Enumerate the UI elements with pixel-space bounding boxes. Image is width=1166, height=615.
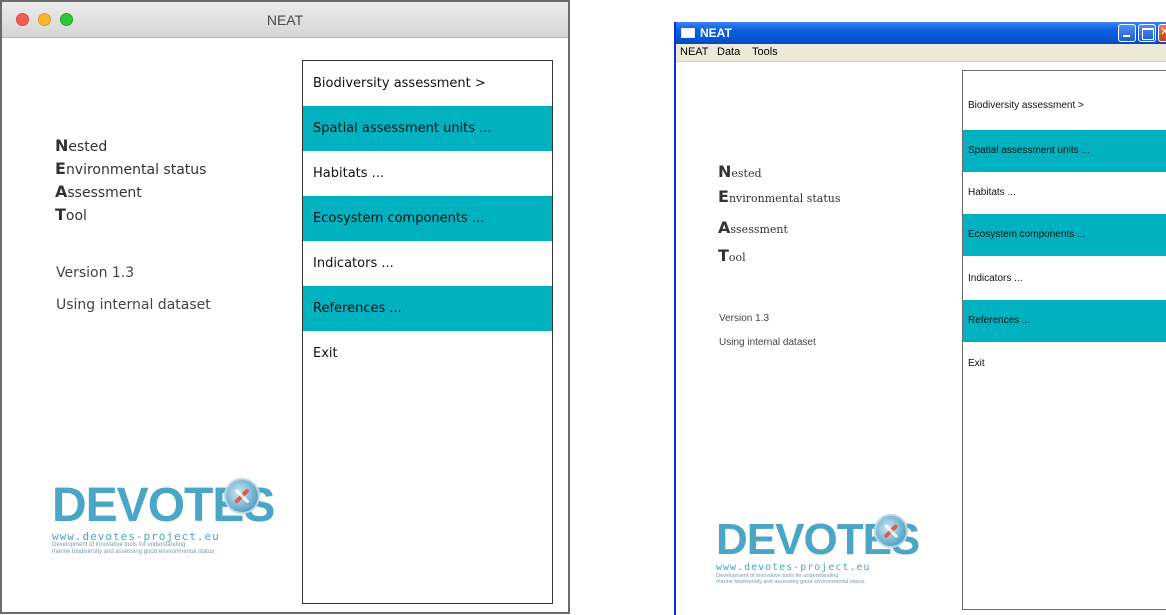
logo-tagline-2: marine biodiversity and assessing good e… xyxy=(716,579,865,586)
acronym-line-nested: Nested xyxy=(55,136,108,155)
mac-titlebar[interactable]: NEAT xyxy=(2,2,568,38)
acronym-line-tool: Tool xyxy=(718,246,746,265)
logo-url: www.devotes-project.eu xyxy=(52,530,220,543)
acronym-line-environmental: Environmental status xyxy=(55,159,207,178)
menubar-data[interactable]: Data xyxy=(717,46,740,58)
menu-item-habitats[interactable]: Habitats ... xyxy=(303,151,552,196)
menu-item-references[interactable]: References ... xyxy=(303,286,552,331)
logo-url: www.devotes-project.eu xyxy=(716,562,871,573)
menu-item-exit[interactable]: Exit xyxy=(963,343,1166,385)
menu-item-habitats[interactable]: Habitats ... xyxy=(963,172,1166,214)
menu-item-indicators[interactable]: Indicators ... xyxy=(963,258,1166,300)
windows-titlebar[interactable]: NEAT xyxy=(676,22,1166,44)
menu-item-indicators[interactable]: Indicators ... xyxy=(303,241,552,286)
mac-neat-window: NEAT Nested Environmental status Assessm… xyxy=(0,0,570,614)
version-text: Version 1.3 xyxy=(56,265,135,281)
acronym-line-assessment: Assessment xyxy=(718,218,788,237)
maximize-icon[interactable] xyxy=(1138,24,1156,42)
windows-neat-window: NEAT NEAT Data Tools Nested Environmenta… xyxy=(674,22,1166,615)
windows-menubar: NEAT Data Tools xyxy=(676,44,1166,62)
menu-item-spatial-assessment-units[interactable]: Spatial assessment units ... xyxy=(963,130,1166,172)
menu-item-biodiversity-assessment[interactable]: Biodiversity assessment > xyxy=(963,85,1166,127)
mac-main-menu: Biodiversity assessment > Spatial assess… xyxy=(302,60,553,604)
logo-tagline-1: Development of innovative tools for unde… xyxy=(52,542,186,548)
menu-item-exit[interactable]: Exit xyxy=(303,331,552,376)
compass-icon xyxy=(874,514,908,548)
menu-item-ecosystem-components[interactable]: Ecosystem components ... xyxy=(963,214,1166,256)
windows-main-menu: Biodiversity assessment > Spatial assess… xyxy=(962,70,1166,610)
minimize-icon[interactable] xyxy=(1118,24,1136,42)
devotes-logo: DEVOTES www.devotes-project.eu Developme… xyxy=(52,478,292,572)
close-icon[interactable] xyxy=(1158,24,1166,42)
acronym-line-nested: Nested xyxy=(718,162,762,181)
acronym-line-tool: Tool xyxy=(55,205,87,224)
compass-icon xyxy=(224,478,260,514)
dataset-text: Using internal dataset xyxy=(719,337,816,348)
window-title: NEAT xyxy=(266,12,304,28)
menu-item-references[interactable]: References ... xyxy=(963,300,1166,342)
menubar-neat[interactable]: NEAT xyxy=(680,46,709,58)
screenshot-stage: NEAT Nested Environmental status Assessm… xyxy=(0,0,1166,615)
menu-item-ecosystem-components[interactable]: Ecosystem components ... xyxy=(303,196,552,241)
version-text: Version 1.3 xyxy=(719,313,770,324)
acronym-line-assessment: Assessment xyxy=(55,182,142,201)
window-app-icon xyxy=(681,28,695,38)
menu-item-spatial-assessment-units[interactable]: Spatial assessment units ... xyxy=(303,106,552,151)
acronym-line-environmental: Environmental status xyxy=(718,187,841,206)
logo-tagline-2: marine biodiversity and assessing good e… xyxy=(52,548,215,555)
dataset-text: Using internal dataset xyxy=(56,297,211,313)
devotes-logo: DEVOTES www.devotes-project.eu Developme… xyxy=(716,514,936,603)
menubar-tools[interactable]: Tools xyxy=(752,46,778,58)
window-title: NEAT xyxy=(700,26,732,40)
menu-item-biodiversity-assessment[interactable]: Biodiversity assessment > xyxy=(303,61,552,106)
